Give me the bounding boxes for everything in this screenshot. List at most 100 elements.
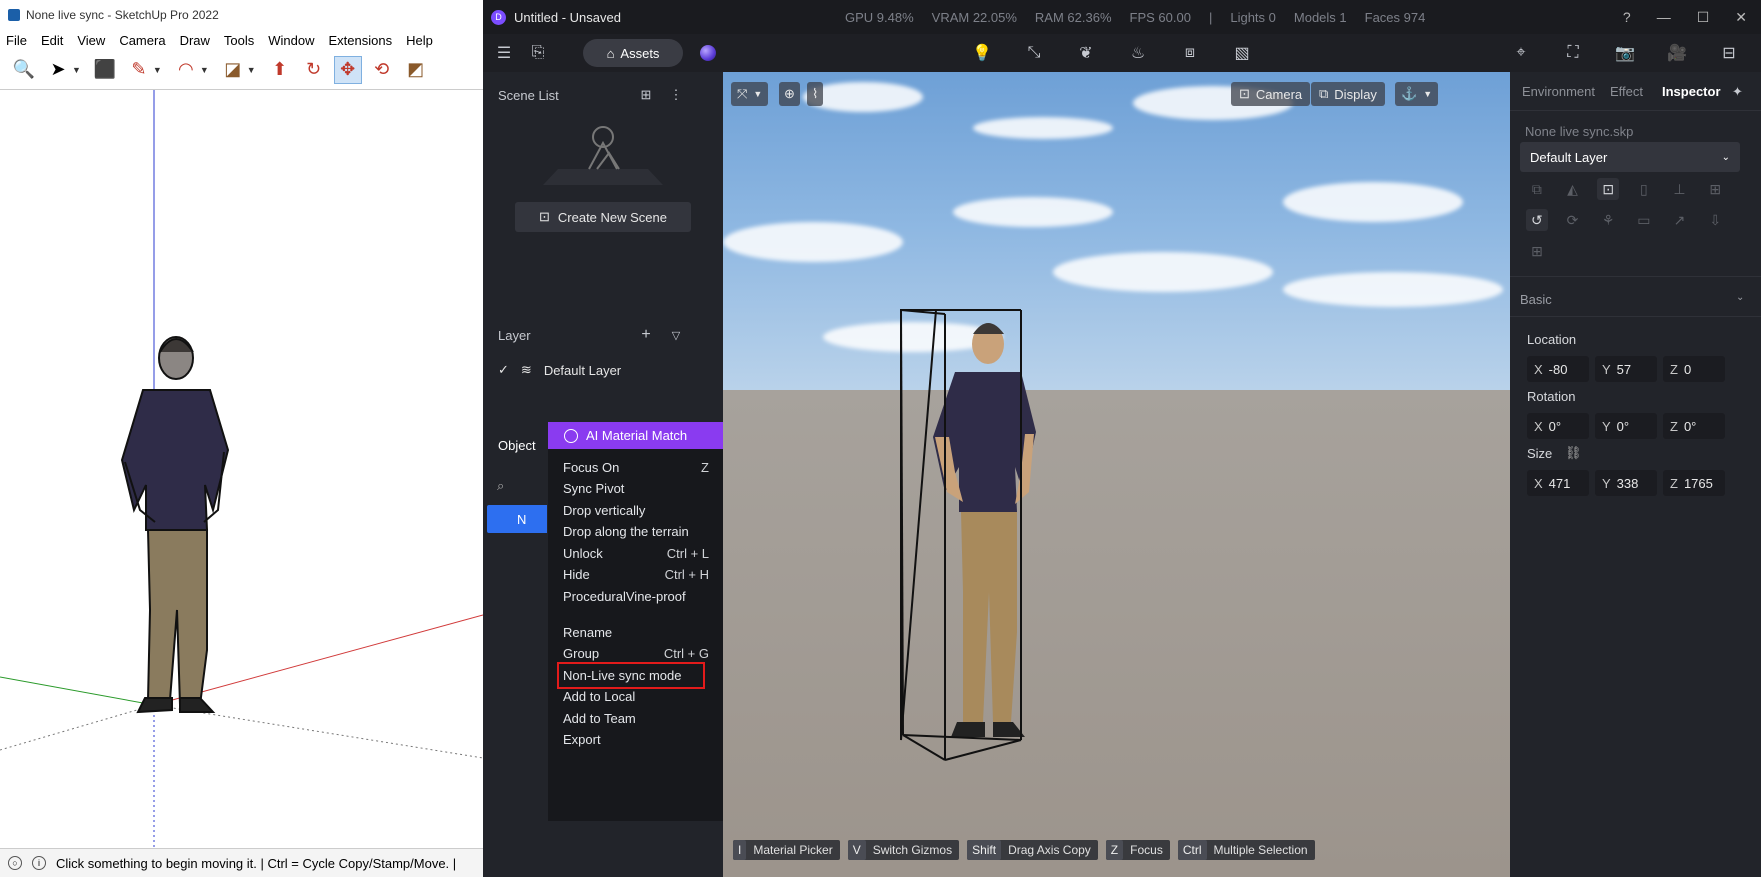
size-x-field[interactable]: X 471 bbox=[1527, 470, 1589, 496]
tab-inspector[interactable]: Inspector bbox=[1662, 84, 1721, 99]
more-options-icon[interactable]: ⋮ bbox=[663, 82, 689, 108]
size-z-field[interactable]: Z 1765 bbox=[1663, 470, 1725, 496]
vr-view-icon[interactable]: ⛶ bbox=[1560, 40, 1586, 66]
maximize-icon[interactable]: ☐ bbox=[1697, 9, 1710, 26]
tab-environment[interactable]: Environment bbox=[1522, 84, 1595, 99]
focus-target-icon[interactable]: ⊡ bbox=[1597, 178, 1620, 200]
filter-layer-icon[interactable]: ▽ bbox=[663, 322, 689, 348]
menu-item-procedural-vine[interactable]: ProceduralVine-proof bbox=[548, 585, 723, 607]
align-icon[interactable]: ▯ bbox=[1633, 178, 1655, 200]
duplicate-icon[interactable]: ⧉ bbox=[1526, 178, 1548, 200]
snap-button[interactable]: ⌇ bbox=[807, 82, 824, 106]
chevron-down-icon[interactable]: ▼ bbox=[247, 65, 256, 75]
location-z-field[interactable]: Z0 bbox=[1663, 356, 1725, 382]
menu-item-unlock[interactable]: Unlock Ctrl + L bbox=[548, 542, 723, 564]
light-bulb-icon[interactable]: 💡 bbox=[969, 40, 995, 66]
camera-button[interactable]: ⊡ Camera bbox=[1231, 82, 1311, 106]
rotate-icon[interactable]: ⟲ bbox=[368, 56, 396, 84]
tab-effect[interactable]: Effect bbox=[1610, 84, 1643, 99]
add-to-library-icon[interactable]: ⊞ bbox=[1704, 178, 1726, 200]
menu-edit[interactable]: Edit bbox=[41, 33, 63, 48]
location-y-field[interactable]: Y 57 bbox=[1595, 356, 1657, 382]
geo-location-icon[interactable]: ○ bbox=[8, 856, 22, 870]
map-pin-icon[interactable]: ⌖ bbox=[1508, 40, 1534, 66]
hamburger-menu-icon[interactable]: ☰ bbox=[491, 40, 517, 66]
layer-dropdown[interactable]: Default Layer ⌄ bbox=[1520, 142, 1740, 172]
create-new-scene-button[interactable]: ⊡ Create New Scene bbox=[515, 202, 691, 232]
pencil-icon[interactable]: ✎ bbox=[125, 56, 153, 84]
object-list-item-selected[interactable]: N bbox=[487, 505, 547, 533]
add-layer-icon[interactable]: + bbox=[633, 322, 659, 348]
menu-item-hide[interactable]: Hide Ctrl + H bbox=[548, 563, 723, 585]
menu-draw[interactable]: Draw bbox=[180, 33, 210, 48]
assets-button[interactable]: ⌂ Assets bbox=[583, 39, 683, 67]
path-tool-icon[interactable]: ⤡ bbox=[1021, 40, 1047, 66]
menu-help[interactable]: Help bbox=[406, 33, 433, 48]
menu-file[interactable]: File bbox=[6, 33, 27, 48]
share-icon[interactable]: ↗ bbox=[1669, 209, 1691, 231]
render-video-icon[interactable]: 🎥 bbox=[1664, 40, 1690, 66]
help-icon[interactable]: ? bbox=[1623, 9, 1631, 25]
size-y-field[interactable]: Y 338 bbox=[1595, 470, 1657, 496]
select-arrow-icon[interactable]: ➤ bbox=[44, 56, 72, 84]
rotation-y-field[interactable]: Y 0° bbox=[1595, 413, 1657, 439]
move-icon[interactable]: ✥ bbox=[333, 55, 362, 84]
menu-item-drop-terrain[interactable]: Drop along the terrain bbox=[548, 520, 723, 542]
sync-icon[interactable]: ⟳ bbox=[1562, 209, 1584, 231]
particle-fire-icon[interactable]: ♨ bbox=[1125, 40, 1151, 66]
ai-sparkle-icon[interactable]: ✦ bbox=[1732, 84, 1743, 100]
menu-extensions[interactable]: Extensions bbox=[329, 33, 393, 48]
menu-item-drop-vertically[interactable]: Drop vertically bbox=[548, 499, 723, 521]
section-plane-icon[interactable]: ▧ bbox=[1229, 40, 1255, 66]
reset-icon[interactable]: ↺ bbox=[1526, 209, 1548, 231]
eraser-icon[interactable]: ⬛ bbox=[91, 56, 119, 84]
animation-icon[interactable]: ⧈ bbox=[1177, 40, 1203, 66]
output-tray-icon[interactable]: ⊟ bbox=[1716, 40, 1742, 66]
menu-view[interactable]: View bbox=[77, 33, 105, 48]
menu-item-add-team[interactable]: Add to Team bbox=[548, 707, 723, 729]
chevron-down-icon[interactable]: ▼ bbox=[72, 65, 81, 75]
offset-icon[interactable]: ↻ bbox=[300, 56, 328, 84]
render-image-icon[interactable]: 📷 bbox=[1612, 40, 1638, 66]
chevron-down-icon[interactable]: ▼ bbox=[153, 65, 162, 75]
display-button[interactable]: ⧉ Display bbox=[1311, 82, 1385, 106]
add-scene-icon[interactable]: ⊞ bbox=[633, 82, 659, 108]
rotation-x-field[interactable]: X 0° bbox=[1527, 413, 1589, 439]
menu-item-rename[interactable]: Rename bbox=[548, 621, 723, 643]
layer-item-default[interactable]: ✓ ≋ Default Layer bbox=[498, 360, 621, 380]
chevron-down-icon[interactable]: ▼ bbox=[200, 65, 209, 75]
scale-icon[interactable]: ◩ bbox=[402, 56, 430, 84]
menu-tools[interactable]: Tools bbox=[224, 33, 254, 48]
close-icon[interactable]: ✕ bbox=[1735, 9, 1747, 26]
info-icon[interactable]: i bbox=[32, 856, 46, 870]
array-grid-icon[interactable]: ⊞ bbox=[1526, 240, 1548, 262]
push-pull-icon[interactable]: ⬆ bbox=[266, 56, 294, 84]
render-viewport[interactable]: ⤧ ▼ ⊕ ⌇ ⊡ Camera ⧉ Display ⚓ ▼ I Material P… bbox=[723, 72, 1510, 877]
arc-icon[interactable]: ◠ bbox=[172, 56, 200, 84]
object-search[interactable]: ⌕ bbox=[491, 472, 551, 500]
vegetation-leaf-icon[interactable]: ❦ bbox=[1073, 40, 1099, 66]
material-icon[interactable]: ⚘ bbox=[1597, 209, 1619, 231]
menu-item-focus-on[interactable]: Focus On Z bbox=[548, 456, 723, 478]
check-icon[interactable]: ✓ bbox=[498, 362, 509, 378]
location-x-field[interactable]: X -80 bbox=[1527, 356, 1589, 382]
import-file-icon[interactable]: ⎘ bbox=[525, 40, 551, 66]
folder-icon[interactable]: ▭ bbox=[1633, 209, 1655, 231]
menu-item-group[interactable]: Group Ctrl + G bbox=[548, 642, 723, 664]
rotation-z-field[interactable]: Z 0° bbox=[1663, 413, 1725, 439]
world-coordinates-button[interactable]: ⊕ bbox=[779, 82, 800, 106]
view-mode-dropdown[interactable]: ⚓ ▼ bbox=[1395, 82, 1439, 106]
link-proportions-icon[interactable]: ⛓ bbox=[1565, 445, 1582, 461]
menu-window[interactable]: Window bbox=[268, 33, 314, 48]
person-figure[interactable] bbox=[120, 336, 230, 714]
menu-item-sync-pivot[interactable]: Sync Pivot bbox=[548, 477, 723, 499]
rectangle-icon[interactable]: ◪ bbox=[219, 56, 247, 84]
ai-orb-icon[interactable] bbox=[700, 45, 716, 61]
export-icon[interactable]: ⇩ bbox=[1704, 209, 1726, 231]
selected-model[interactable] bbox=[723, 72, 1510, 877]
zoom-icon[interactable]: 🔍 bbox=[10, 56, 38, 84]
menu-item-export[interactable]: Export bbox=[548, 728, 723, 750]
menu-camera[interactable]: Camera bbox=[119, 33, 165, 48]
chevron-down-icon[interactable]: ⌄ bbox=[1736, 292, 1744, 303]
drop-icon[interactable]: ⊥ bbox=[1669, 178, 1691, 200]
